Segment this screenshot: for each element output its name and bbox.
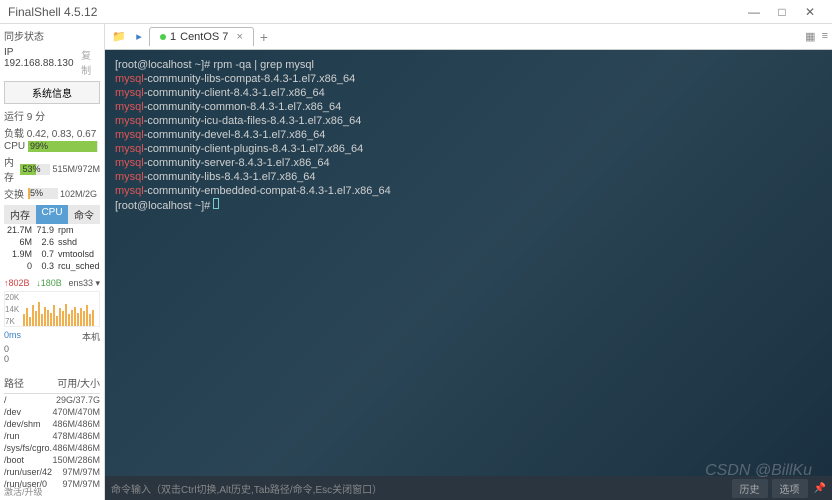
swap-metric: 交换 5% 102M/2G [4,185,100,202]
mem-pct: 53% [22,164,40,175]
copy-ip-link[interactable]: 复制 [81,47,100,77]
tab-label: CentOS 7 [180,31,228,43]
proc-row: 21.7M71.9rpm [4,224,100,236]
chevron-right-icon[interactable]: ▸ [129,27,149,47]
workspace: 📁 ▸ 1 CentOS 7 × + ▦ ≡ [root@localhost ~… [105,24,832,500]
ip-value: 192.168.88.130 [4,58,74,69]
titlebar: FinalShell 4.5.12 — □ ✕ [0,0,832,24]
add-tab-button[interactable]: + [254,29,274,45]
net-up: ↑802B [4,278,30,289]
load-avg: 负载 0.42, 0.83, 0.67 [4,125,100,140]
minimize-button[interactable]: — [740,2,768,22]
workspace-tabs: 📁 ▸ 1 CentOS 7 × + ▦ ≡ [105,24,832,50]
folder-icon[interactable]: 📁 [109,27,129,47]
pin-icon[interactable]: 📌 [814,483,826,494]
monitor-tabs: 内存 CPU 命令 [4,205,100,224]
system-info-button[interactable]: 系统信息 [4,81,100,104]
disk-header: 路径可用/大小 [4,372,100,394]
tab-close-icon[interactable]: × [236,31,242,43]
activate-link[interactable]: 激活/升级 [4,485,43,498]
swap-val: 102M/2G [60,189,97,199]
maximize-button[interactable]: □ [768,2,796,22]
command-bar: 命令输入（双击Ctrl切换,Alt历史,Tab路径/命令,Esc关闭窗口） 历史… [105,476,832,500]
disk-row[interactable]: /sys/fs/cgro...486M/486M [4,442,100,454]
net-interface-select[interactable]: ens33 ▾ [68,278,100,289]
mem-label: 内存 [4,154,18,184]
cpu-metric: CPU 99% [4,140,100,153]
uptime: 运行 9 分 [4,106,100,125]
cursor-icon [213,198,219,209]
disk-row[interactable]: /dev470M/470M [4,406,100,418]
tab-mem[interactable]: 内存 [4,205,36,224]
options-button[interactable]: 选项 [772,479,808,498]
net-row: ↑802B ↓180B ens33 ▾ [4,276,100,291]
ip-label: IP [4,47,13,58]
mem-val: 515M/972M [52,164,100,174]
ping-val1: 0 [4,344,100,354]
swap-label: 交换 [4,186,26,201]
proc-row: 1.9M0.7vmtoolsd [4,248,100,260]
disk-row[interactable]: /boot150M/286M [4,454,100,466]
swap-pct: 5% [30,188,43,199]
close-button[interactable]: ✕ [796,2,824,22]
proc-row: 00.3rcu_sched [4,260,100,272]
tab-num: 1 [170,31,176,43]
cpu-pct: 99% [30,141,48,152]
mem-metric: 内存 53% 515M/972M [4,153,100,185]
proc-row: 6M2.6sshd [4,236,100,248]
disk-row[interactable]: /29G/37.7G [4,394,100,406]
disk-row[interactable]: /run/user/4297M/97M [4,466,100,478]
ping-row: 0ms本机 [4,329,100,344]
session-tab[interactable]: 1 CentOS 7 × [149,27,254,46]
tab-cpu[interactable]: CPU [36,205,68,224]
command-input[interactable]: 命令输入（双击Ctrl切换,Alt历史,Tab路径/命令,Esc关闭窗口） [111,481,728,496]
status-dot-icon [160,34,166,40]
ping-val2: 0 [4,354,100,364]
cpu-label: CPU [4,141,26,152]
history-button[interactable]: 历史 [732,479,768,498]
net-chart: 20K14K7K [4,291,100,327]
disk-row[interactable]: /dev/shm486M/486M [4,418,100,430]
sync-status-label: 同步状态 [4,26,100,45]
app-title: FinalShell 4.5.12 [8,5,740,19]
disk-row[interactable]: /run478M/486M [4,430,100,442]
list-view-icon[interactable]: ≡ [822,30,828,43]
terminal[interactable]: [root@localhost ~]# rpm -qa | grep mysql… [105,50,832,476]
tab-cmd[interactable]: 命令 [68,205,100,224]
sidebar: 同步状态 IP 192.168.88.130 复制 系统信息 运行 9 分 负载… [0,24,105,500]
net-down: ↓180B [36,278,62,289]
grid-view-icon[interactable]: ▦ [805,30,815,43]
ip-row: IP 192.168.88.130 复制 [4,45,100,79]
